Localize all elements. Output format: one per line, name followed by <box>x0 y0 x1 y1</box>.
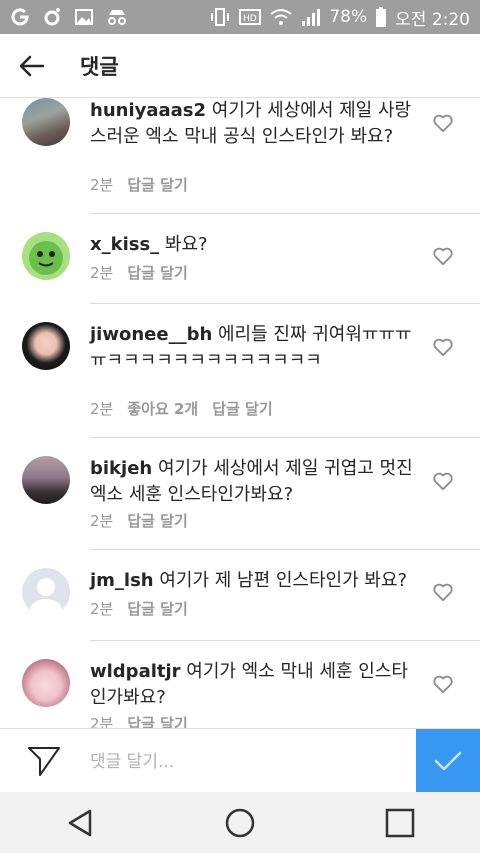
signal-icon <box>302 9 321 26</box>
battery-percent: 78% <box>329 7 368 27</box>
comment-text: jm_lsh 여기가 제 남편 인스타인가 봐요? <box>90 568 420 594</box>
divider <box>90 640 480 641</box>
heart-icon[interactable] <box>432 471 454 491</box>
avatar[interactable] <box>22 232 70 280</box>
likes-count[interactable]: 좋아요 2개 <box>127 398 198 419</box>
triangle-back-icon <box>68 809 92 836</box>
comment-username[interactable]: bikjeh <box>90 458 152 479</box>
comment-text: bikjeh 여기가 세상에서 제일 귀엽고 멋진 엑소 세훈 인스타인가봐요? <box>90 456 420 508</box>
comment-time: 2분 <box>90 600 114 618</box>
comment-time: 2분 <box>90 512 114 530</box>
status-bar: HD 78% 오전 2:20 <box>0 0 480 34</box>
battery-icon <box>376 7 387 27</box>
heart-icon[interactable] <box>432 337 454 357</box>
comment-meta: 2분 답글 달기 <box>90 510 188 531</box>
comment-time: 2분 <box>90 176 114 194</box>
reply-button[interactable]: 답글 달기 <box>127 262 187 283</box>
heart-icon[interactable] <box>432 246 454 266</box>
comment-text: wldpaltjr 여기가 엑소 막내 세훈 인스타인가봐요? <box>90 659 420 711</box>
reply-button[interactable]: 답글 달기 <box>127 598 187 619</box>
clock: 오전 2:20 <box>395 9 470 30</box>
comment-list[interactable]: huniyaaas2 여기가 세상에서 제일 사랑스러운 엑소 막내 공식 인스… <box>0 98 480 728</box>
comment-input-bar <box>0 728 480 793</box>
nav-home-button[interactable] <box>210 793 270 853</box>
heart-icon[interactable] <box>432 674 454 694</box>
hd-icon: HD <box>239 9 262 25</box>
app-header: 댓글 <box>0 34 480 98</box>
comment-username[interactable]: x_kiss_ <box>90 234 159 255</box>
comment-text: jiwonee__bh 에리들 진짜 귀여워ㅠㅠㅠㅠㅋㅋㅋㅋㅋㅋㅋㅋㅋㅋㅋㅋㅋ <box>90 322 420 374</box>
comment-time: 2분 <box>90 715 114 728</box>
nav-recents-button[interactable] <box>370 793 430 853</box>
system-nav-bar <box>0 792 480 853</box>
comment-time: 2분 <box>90 400 114 418</box>
image-icon <box>75 9 93 25</box>
divider <box>90 213 480 214</box>
reply-button[interactable]: 답글 달기 <box>212 398 272 419</box>
g-icon <box>11 8 29 26</box>
comment-username[interactable]: wldpaltjr <box>90 661 181 682</box>
square-recents-icon <box>385 808 415 837</box>
heart-icon[interactable] <box>432 113 454 133</box>
avatar[interactable] <box>22 322 70 370</box>
comment-body: 여기가 제 남편 인스타인가 봐요? <box>153 570 408 591</box>
divider <box>90 303 480 304</box>
nav-back-button[interactable] <box>50 793 110 853</box>
comment-meta: 2분 답글 달기 <box>90 713 188 728</box>
reply-button[interactable]: 답글 달기 <box>127 174 187 195</box>
arrow-left-icon <box>19 55 45 76</box>
back-button[interactable] <box>0 34 64 98</box>
comment-meta: 2분 답글 달기 <box>90 174 188 195</box>
post-button[interactable] <box>416 729 480 793</box>
comment-time: 2분 <box>90 264 114 282</box>
comment-meta: 2분 답글 달기 <box>90 262 188 283</box>
comment-username[interactable]: huniyaaas2 <box>90 100 206 121</box>
default-avatar-icon <box>28 578 64 616</box>
avatar-illustration <box>29 241 63 275</box>
avatar[interactable] <box>22 456 70 504</box>
divider <box>90 549 480 550</box>
comment-meta: 2분 좋아요 2개 답글 달기 <box>90 398 273 419</box>
svg-text:HD: HD <box>243 14 257 24</box>
incognito-icon <box>108 10 126 25</box>
comment-username[interactable]: jiwonee__bh <box>90 324 212 345</box>
direct-send-icon[interactable] <box>26 745 62 777</box>
heart-icon[interactable] <box>432 582 454 602</box>
wifi-icon <box>270 9 292 25</box>
comment-meta: 2분 답글 달기 <box>90 598 188 619</box>
comment-body: 봐요? <box>159 234 208 255</box>
divider <box>90 437 480 438</box>
comment-input[interactable] <box>90 747 400 777</box>
reply-button[interactable]: 답글 달기 <box>127 713 187 728</box>
avatar[interactable] <box>22 568 70 616</box>
comment-text: x_kiss_ 봐요? <box>90 232 420 258</box>
avatar[interactable] <box>22 98 70 146</box>
comment-text: huniyaaas2 여기가 세상에서 제일 사랑스러운 엑소 막내 공식 인스… <box>90 98 420 150</box>
avatar[interactable] <box>22 659 70 707</box>
comment-username[interactable]: jm_lsh <box>90 570 154 591</box>
vibrate-icon <box>211 8 230 26</box>
page-title: 댓글 <box>80 54 119 79</box>
camera-icon <box>44 8 60 26</box>
reply-button[interactable]: 답글 달기 <box>127 510 187 531</box>
checkmark-icon <box>434 751 462 771</box>
circle-home-icon <box>225 808 255 837</box>
